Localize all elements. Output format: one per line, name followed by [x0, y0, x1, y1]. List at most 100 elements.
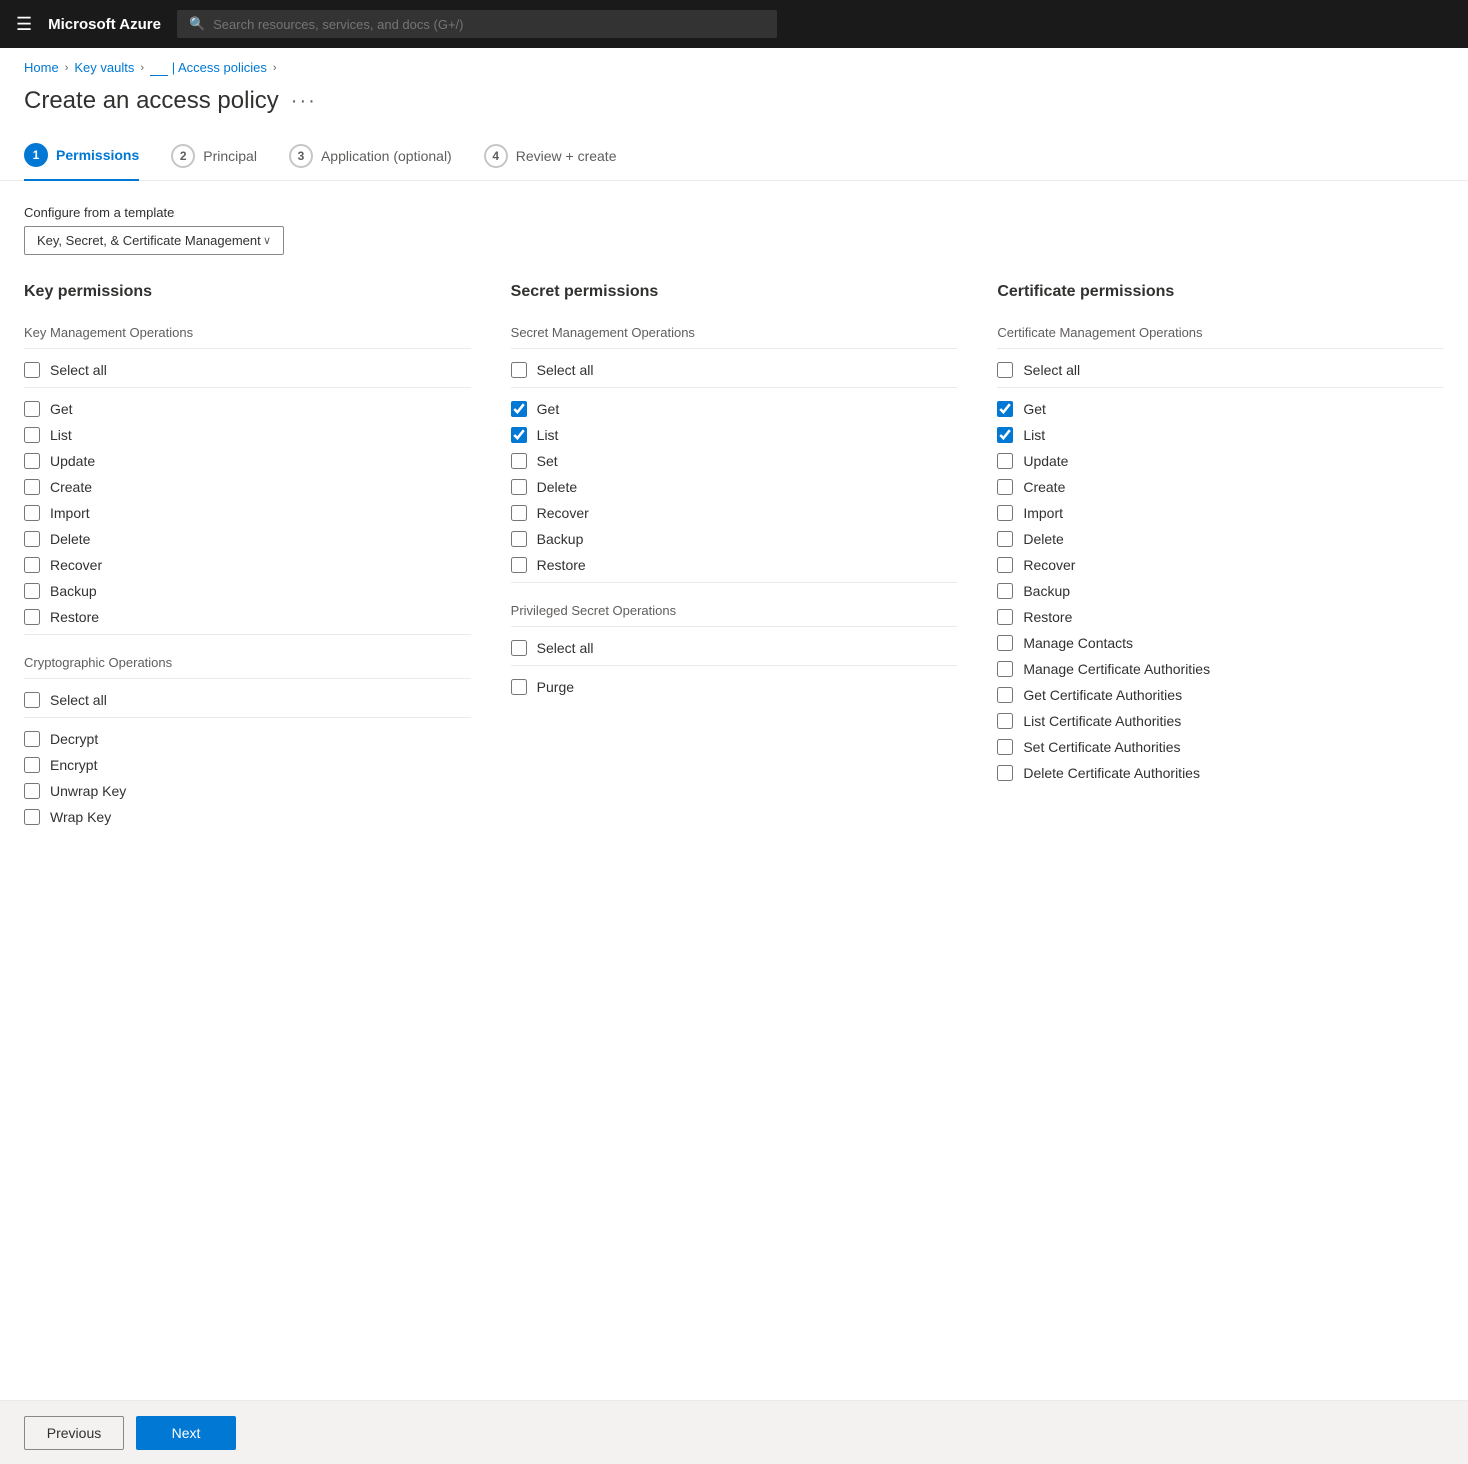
breadcrumb-keyvaults[interactable]: Key vaults [74, 60, 134, 75]
checkbox-sec-get[interactable]: Get [511, 396, 958, 422]
checkbox-cert-get[interactable]: Get [997, 396, 1444, 422]
checkbox-cert-list[interactable]: List [997, 422, 1444, 448]
checkbox-key-create[interactable]: Create [24, 474, 471, 500]
sec-set-label[interactable]: Set [537, 453, 558, 469]
cert-delete-cas-label[interactable]: Delete Certificate Authorities [1023, 765, 1200, 781]
cert-restore-label[interactable]: Restore [1023, 609, 1072, 625]
checkbox-cert-manage-contacts[interactable]: Manage Contacts [997, 630, 1444, 656]
checkbox-key-decrypt[interactable]: Decrypt [24, 726, 471, 752]
checkbox-cert-import[interactable]: Import [997, 500, 1444, 526]
key-get-checkbox[interactable] [24, 401, 40, 417]
checkbox-cert-update[interactable]: Update [997, 448, 1444, 474]
checkbox-key-restore[interactable]: Restore [24, 604, 471, 630]
key-import-checkbox[interactable] [24, 505, 40, 521]
cert-list-cas-label[interactable]: List Certificate Authorities [1023, 713, 1181, 729]
cert-select-all-checkbox[interactable] [997, 362, 1013, 378]
checkbox-key-wrap[interactable]: Wrap Key [24, 804, 471, 830]
key-restore-checkbox[interactable] [24, 609, 40, 625]
key-get-label[interactable]: Get [50, 401, 73, 417]
cert-recover-label[interactable]: Recover [1023, 557, 1075, 573]
previous-button[interactable]: Previous [24, 1416, 124, 1450]
sec-list-checkbox[interactable] [511, 427, 527, 443]
cert-delete-label[interactable]: Delete [1023, 531, 1063, 547]
checkbox-key-encrypt[interactable]: Encrypt [24, 752, 471, 778]
key-backup-label[interactable]: Backup [50, 583, 97, 599]
checkbox-cert-list-cas[interactable]: List Certificate Authorities [997, 708, 1444, 734]
breadcrumb-access-policies[interactable]: Access policies [178, 60, 267, 75]
cert-delete-checkbox[interactable] [997, 531, 1013, 547]
checkbox-sec-restore[interactable]: Restore [511, 552, 958, 578]
sec-recover-label[interactable]: Recover [537, 505, 589, 521]
key-decrypt-label[interactable]: Decrypt [50, 731, 98, 747]
key-unwrap-checkbox[interactable] [24, 783, 40, 799]
checkbox-sec-set[interactable]: Set [511, 448, 958, 474]
checkbox-key-list[interactable]: List [24, 422, 471, 448]
checkbox-cert-delete[interactable]: Delete [997, 526, 1444, 552]
key-recover-label[interactable]: Recover [50, 557, 102, 573]
key-list-checkbox[interactable] [24, 427, 40, 443]
checkbox-sec-delete[interactable]: Delete [511, 474, 958, 500]
checkbox-cert-restore[interactable]: Restore [997, 604, 1444, 630]
sec-backup-checkbox[interactable] [511, 531, 527, 547]
cert-set-cas-label[interactable]: Set Certificate Authorities [1023, 739, 1180, 755]
cert-get-checkbox[interactable] [997, 401, 1013, 417]
checkbox-cert-create[interactable]: Create [997, 474, 1444, 500]
cert-manage-contacts-label[interactable]: Manage Contacts [1023, 635, 1133, 651]
sec-set-checkbox[interactable] [511, 453, 527, 469]
cert-recover-checkbox[interactable] [997, 557, 1013, 573]
key-crypto-select-all-label[interactable]: Select all [50, 692, 107, 708]
checkbox-key-update[interactable]: Update [24, 448, 471, 474]
search-bar[interactable]: 🔍 [177, 10, 777, 38]
key-encrypt-label[interactable]: Encrypt [50, 757, 97, 773]
key-restore-label[interactable]: Restore [50, 609, 99, 625]
cert-select-all-label[interactable]: Select all [1023, 362, 1080, 378]
checkbox-sec-backup[interactable]: Backup [511, 526, 958, 552]
cert-delete-cas-checkbox[interactable] [997, 765, 1013, 781]
checkbox-key-import[interactable]: Import [24, 500, 471, 526]
cert-create-checkbox[interactable] [997, 479, 1013, 495]
key-select-all-label[interactable]: Select all [50, 362, 107, 378]
checkbox-sec-select-all[interactable]: Select all [511, 357, 958, 383]
wizard-step-application[interactable]: 3 Application (optional) [289, 144, 452, 180]
sec-delete-checkbox[interactable] [511, 479, 527, 495]
breadcrumb-blank-link[interactable] [150, 60, 168, 76]
sec-get-label[interactable]: Get [537, 401, 560, 417]
checkbox-key-get[interactable]: Get [24, 396, 471, 422]
checkbox-key-delete[interactable]: Delete [24, 526, 471, 552]
checkbox-cert-set-cas[interactable]: Set Certificate Authorities [997, 734, 1444, 760]
cert-restore-checkbox[interactable] [997, 609, 1013, 625]
wizard-step-review[interactable]: 4 Review + create [484, 144, 617, 180]
checkbox-key-crypto-select-all[interactable]: Select all [24, 687, 471, 713]
cert-get-cas-label[interactable]: Get Certificate Authorities [1023, 687, 1182, 703]
checkbox-cert-select-all[interactable]: Select all [997, 357, 1444, 383]
cert-list-cas-checkbox[interactable] [997, 713, 1013, 729]
key-list-label[interactable]: List [50, 427, 72, 443]
key-recover-checkbox[interactable] [24, 557, 40, 573]
sec-priv-select-all-label[interactable]: Select all [537, 640, 594, 656]
sec-restore-label[interactable]: Restore [537, 557, 586, 573]
checkbox-key-backup[interactable]: Backup [24, 578, 471, 604]
cert-import-label[interactable]: Import [1023, 505, 1063, 521]
cert-manage-cas-label[interactable]: Manage Certificate Authorities [1023, 661, 1210, 677]
key-select-all-checkbox[interactable] [24, 362, 40, 378]
sec-select-all-label[interactable]: Select all [537, 362, 594, 378]
key-wrap-checkbox[interactable] [24, 809, 40, 825]
key-import-label[interactable]: Import [50, 505, 90, 521]
cert-backup-label[interactable]: Backup [1023, 583, 1070, 599]
breadcrumb-home[interactable]: Home [24, 60, 59, 75]
sec-select-all-checkbox[interactable] [511, 362, 527, 378]
sec-delete-label[interactable]: Delete [537, 479, 577, 495]
wizard-step-principal[interactable]: 2 Principal [171, 144, 257, 180]
sec-purge-checkbox[interactable] [511, 679, 527, 695]
key-decrypt-checkbox[interactable] [24, 731, 40, 747]
checkbox-cert-recover[interactable]: Recover [997, 552, 1444, 578]
checkbox-key-recover[interactable]: Recover [24, 552, 471, 578]
search-input[interactable] [213, 17, 765, 32]
key-crypto-select-all-checkbox[interactable] [24, 692, 40, 708]
checkbox-sec-list[interactable]: List [511, 422, 958, 448]
cert-update-label[interactable]: Update [1023, 453, 1068, 469]
sec-purge-label[interactable]: Purge [537, 679, 574, 695]
sec-get-checkbox[interactable] [511, 401, 527, 417]
checkbox-cert-delete-cas[interactable]: Delete Certificate Authorities [997, 760, 1444, 786]
cert-set-cas-checkbox[interactable] [997, 739, 1013, 755]
